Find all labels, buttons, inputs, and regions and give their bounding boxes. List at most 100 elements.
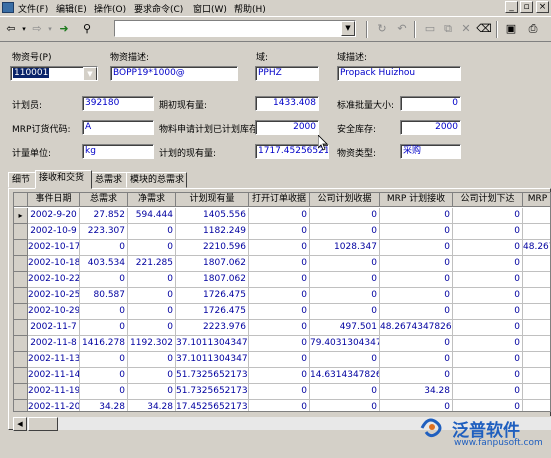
table-cell[interactable]: 1416.278 — [80, 336, 128, 352]
table-cell[interactable]: 0 — [249, 352, 310, 368]
table-cell[interactable]: 0 — [380, 288, 453, 304]
menu-requirement-command[interactable]: 要求命令(C) — [134, 2, 183, 15]
table-cell-date[interactable]: 2002-11-13 — [28, 352, 80, 368]
table-cell[interactable]: 0 — [80, 272, 128, 288]
table-cell[interactable]: 0 — [128, 272, 176, 288]
delete-icon[interactable]: ✕ — [458, 21, 474, 37]
table-cell[interactable]: 0 — [80, 240, 128, 256]
row-selector[interactable] — [14, 352, 28, 368]
table-cell[interactable]: 0 — [249, 384, 310, 400]
table-cell[interactable]: 0 — [310, 352, 380, 368]
table-cell[interactable]: 221.285 — [128, 256, 176, 272]
item-type-field[interactable]: 采购 — [400, 144, 461, 159]
chevron-down-icon[interactable]: ▼ — [341, 21, 355, 36]
print-icon[interactable]: ⎙ — [524, 21, 542, 37]
table-cell[interactable]: 0 — [249, 272, 310, 288]
table-cell[interactable]: 34.28 — [380, 384, 453, 400]
table-cell[interactable]: 0 — [310, 256, 380, 272]
table-cell[interactable]: 0 — [128, 288, 176, 304]
table-cell[interactable]: 594.444 — [128, 208, 176, 224]
tab-details[interactable]: 细节 — [8, 172, 36, 188]
table-cell[interactable]: 0 — [380, 304, 453, 320]
domain-field[interactable]: PPHZ — [255, 66, 319, 81]
table-cell[interactable]: 0 — [310, 400, 380, 411]
table-cell-date[interactable]: 2002-11-14 — [28, 368, 80, 384]
table-cell[interactable]: 0 — [310, 208, 380, 224]
table-cell[interactable]: 0 — [380, 224, 453, 240]
table-cell[interactable]: 0 — [453, 272, 523, 288]
table-cell[interactable]: 37.101130434783 — [176, 352, 249, 368]
table-cell[interactable] — [523, 288, 550, 304]
table-cell[interactable]: 0 — [453, 368, 523, 384]
table-cell[interactable] — [523, 336, 550, 352]
table-cell[interactable]: 48.267 — [523, 240, 550, 256]
mrp-data-grid[interactable]: 事件日期 总需求 净需求 计划现有量 打开订单收据 公司计划收据 MRP 计划接收 公司计划下… — [13, 192, 551, 412]
row-selector[interactable] — [14, 336, 28, 352]
table-cell[interactable] — [523, 352, 550, 368]
close-button[interactable]: × — [536, 1, 549, 13]
table-cell[interactable]: 0 — [80, 352, 128, 368]
row-selector[interactable] — [14, 400, 28, 411]
table-cell[interactable]: 0 — [380, 272, 453, 288]
table-cell[interactable]: 0 — [453, 336, 523, 352]
tab-module-gross-requirement[interactable]: 模块的总需求 — [126, 172, 187, 188]
row-selector[interactable] — [14, 288, 28, 304]
table-cell[interactable]: 79.403130434783 — [310, 336, 380, 352]
table-cell[interactable]: 27.852 — [80, 208, 128, 224]
binoculars-search-icon[interactable]: ⚲ — [78, 21, 96, 37]
table-cell[interactable]: 0 — [310, 272, 380, 288]
copy-record-icon[interactable]: ⧉ — [440, 21, 456, 37]
table-cell[interactable]: 1807.062 — [176, 256, 249, 272]
table-cell[interactable]: 2210.596 — [176, 240, 249, 256]
table-cell-date[interactable]: 2002-11-8 — [28, 336, 80, 352]
table-cell[interactable]: 497.501 — [310, 320, 380, 336]
table-cell[interactable]: 80.587 — [80, 288, 128, 304]
safety-stock-field[interactable]: 2000 — [400, 120, 461, 135]
table-cell[interactable]: 0 — [453, 384, 523, 400]
table-cell[interactable] — [523, 368, 550, 384]
forward-dropdown-icon[interactable]: ▾ — [46, 21, 54, 37]
column-header[interactable]: MRP 计划接收 — [380, 193, 453, 207]
minimize-button[interactable]: _ — [505, 1, 518, 13]
table-cell[interactable]: 0 — [128, 224, 176, 240]
item-desc-field[interactable]: BOPP19*1000@ — [110, 66, 238, 81]
menu-help[interactable]: 帮助(H) — [234, 2, 266, 15]
table-cell-date[interactable]: 2002-10-17 — [28, 240, 80, 256]
column-header[interactable]: 打开订单收据 — [249, 193, 310, 207]
menu-operation[interactable]: 操作(O) — [94, 2, 126, 15]
table-cell[interactable]: 0 — [128, 384, 176, 400]
table-cell[interactable]: 51.732565217392 — [176, 368, 249, 384]
table-cell[interactable]: 0 — [310, 384, 380, 400]
table-cell[interactable] — [523, 272, 550, 288]
table-cell[interactable]: 0 — [249, 368, 310, 384]
column-header[interactable]: 公司计划收据 — [310, 193, 380, 207]
table-cell[interactable]: 1405.556 — [176, 208, 249, 224]
table-cell[interactable]: 0 — [249, 288, 310, 304]
domain-desc-field[interactable]: Propack Huizhou — [337, 66, 461, 81]
menu-window[interactable]: 窗口(W) — [193, 2, 227, 15]
table-cell[interactable]: 0 — [249, 208, 310, 224]
table-cell[interactable]: 0 — [80, 384, 128, 400]
table-cell[interactable] — [523, 400, 550, 411]
req-planned-field[interactable]: 2000 — [255, 120, 319, 135]
table-cell[interactable]: 0 — [453, 208, 523, 224]
table-cell[interactable]: 17.452565217392 — [176, 400, 249, 411]
table-cell[interactable]: 0 — [310, 304, 380, 320]
table-cell[interactable]: 0 — [249, 400, 310, 411]
table-cell[interactable]: 1807.062 — [176, 272, 249, 288]
table-cell[interactable]: 0 — [453, 352, 523, 368]
table-cell[interactable]: 0 — [453, 256, 523, 272]
table-cell-date[interactable]: 2002-11-19 — [28, 384, 80, 400]
mrp-code-field[interactable]: A — [82, 120, 154, 135]
tab-receive-deliver[interactable]: 接收和交货 — [35, 170, 92, 189]
table-cell[interactable]: 0 — [380, 256, 453, 272]
table-cell-date[interactable]: 2002-9-20 — [28, 208, 80, 224]
table-cell[interactable]: 0 — [249, 336, 310, 352]
table-cell[interactable]: 403.534 — [80, 256, 128, 272]
column-header[interactable]: 公司计划下达 — [453, 193, 523, 207]
table-cell[interactable]: 0 — [380, 352, 453, 368]
column-header[interactable]: 事件日期 — [28, 193, 80, 207]
row-selector[interactable] — [14, 320, 28, 336]
scroll-left-icon[interactable]: ◀ — [13, 417, 27, 431]
table-cell[interactable]: 0 — [80, 368, 128, 384]
